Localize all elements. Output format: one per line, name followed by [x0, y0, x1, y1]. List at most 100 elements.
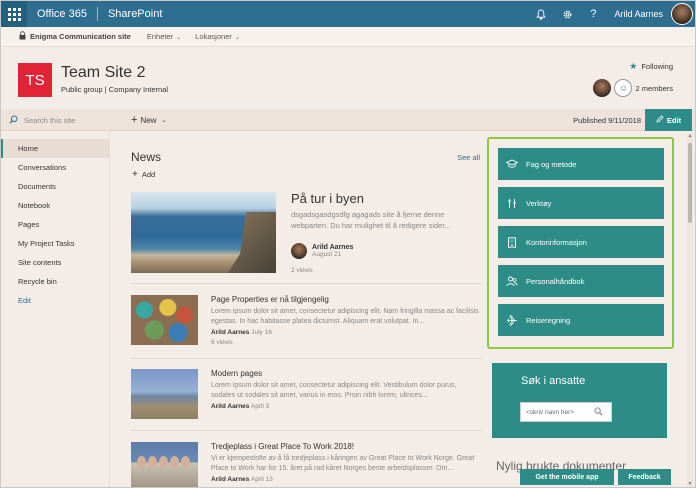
add-news-button[interactable]: + Add	[132, 169, 155, 180]
plus-icon: +	[131, 114, 138, 126]
news-date: April 13	[250, 476, 273, 483]
user-avatar[interactable]	[671, 3, 693, 25]
quicklink-fag-og-metode[interactable]: Fag og metode	[498, 148, 664, 180]
hub-nav-enheter[interactable]: Enheter ⌄	[147, 32, 181, 41]
airplane-icon	[506, 314, 518, 326]
author-avatar	[291, 243, 307, 259]
scroll-down-arrow-icon[interactable]: ▼	[687, 481, 693, 487]
graduation-cap-icon	[506, 158, 518, 170]
news-thumbnail	[131, 442, 198, 487]
sharepoint-app-name[interactable]: SharePoint	[98, 8, 162, 20]
user-name[interactable]: Arild Aarnes	[606, 9, 671, 19]
site-navigation: Home Conversations Documents Notebook Pa…	[1, 131, 110, 487]
bell-icon[interactable]	[528, 1, 554, 27]
chevron-down-icon: ⌄	[234, 35, 240, 41]
pencil-icon	[656, 115, 664, 125]
follow-button[interactable]: ★ Following	[629, 61, 673, 72]
chevron-down-icon: ⌄	[161, 117, 167, 124]
news-thumbnail	[131, 295, 198, 345]
site-logo[interactable]: TS	[18, 63, 52, 97]
people-search-input[interactable]: <skriv navn her>	[520, 402, 612, 422]
search-icon	[9, 115, 18, 126]
hero-news-title[interactable]: På tur i byen	[291, 191, 364, 206]
hero-news-image[interactable]	[131, 192, 276, 273]
news-item-description: Vi er kjempestolte av å få tredjeplass i…	[211, 455, 475, 472]
news-item-title[interactable]: Page Properties er nå tilgjengelig	[211, 295, 329, 304]
members-count: 2 members	[635, 83, 673, 93]
see-all-link[interactable]: See all	[457, 153, 480, 162]
member-avatar	[593, 79, 612, 97]
author-name: Arild Aarnes	[312, 244, 354, 251]
scrollbar-thumb[interactable]	[688, 143, 692, 223]
plus-icon: +	[132, 169, 138, 180]
author-name: Arild Aarnes	[211, 329, 250, 336]
members-button[interactable]: ☺ 2 members	[593, 79, 673, 97]
news-thumbnail	[131, 369, 198, 419]
app-launcher-icon[interactable]	[1, 1, 27, 27]
hero-news-author: Arild Aarnes August 21	[291, 243, 353, 259]
people-search-placeholder: <skriv navn her>	[526, 408, 575, 416]
edit-label: Edit	[666, 115, 682, 125]
news-item[interactable]: Tredjeplass i Great Place To Work 2018! …	[131, 442, 481, 487]
site-header: TS Team Site 2 Public group | Company In…	[1, 47, 695, 109]
office365-brand[interactable]: Office 365	[27, 7, 98, 21]
nav-item-pages[interactable]: Pages	[1, 215, 109, 234]
quicklink-label: Verktøy	[526, 198, 552, 208]
site-classification: Public group | Company Internal	[61, 85, 169, 94]
hub-nav-lokasjoner[interactable]: Lokasjoner ⌄	[195, 32, 240, 41]
scroll-up-arrow-icon[interactable]: ▲	[687, 133, 693, 139]
nav-edit-link[interactable]: Edit	[1, 291, 109, 310]
page-scrollbar[interactable]: ▲ ▼	[687, 133, 693, 487]
news-item-description: Lorem ipsum dolor sit amet, consectetur …	[211, 308, 479, 325]
help-icon[interactable]: ?	[580, 1, 606, 27]
people-search-card: Søk i ansatte <skriv navn her>	[492, 363, 667, 438]
building-icon	[506, 236, 518, 248]
suite-bar: Office 365 SharePoint ? Arild Aarnes	[1, 1, 695, 27]
nav-item-site-contents[interactable]: Site contents	[1, 253, 109, 272]
get-mobile-app-button[interactable]: Get the mobile app	[520, 469, 614, 485]
follow-label: Following	[641, 62, 673, 71]
quicklink-verktoy[interactable]: Verktøy	[498, 187, 664, 219]
news-item-title[interactable]: Modern pages	[211, 369, 262, 378]
news-date: August 21	[312, 251, 342, 258]
quicklink-label: Personalhåndbok	[526, 276, 585, 286]
hub-navigation-bar: Enigma Communication site Enheter ⌄ Lokas…	[1, 27, 695, 47]
news-item-meta: Arild Aarnes April 13	[211, 476, 273, 483]
hub-site-title[interactable]: Enigma Communication site	[30, 32, 131, 41]
nav-item-recycle-bin[interactable]: Recycle bin	[1, 272, 109, 291]
search-icon[interactable]	[594, 406, 603, 418]
add-label: Add	[141, 170, 156, 179]
news-item-meta: Arild Aarnes July 16	[211, 329, 272, 336]
tools-icon	[506, 197, 518, 209]
site-search-box[interactable]: Search this site	[1, 109, 110, 131]
view-count: 2 views	[291, 267, 313, 274]
news-item[interactable]: Page Properties er nå tilgjengelig Lorem…	[131, 295, 481, 357]
edit-page-button[interactable]: Edit	[645, 109, 692, 131]
nav-item-my-project-tasks[interactable]: My Project Tasks	[1, 234, 109, 253]
view-count: 6 views	[211, 339, 233, 346]
nav-item-conversations[interactable]: Conversations	[1, 158, 109, 177]
search-placeholder: Search this site	[24, 115, 76, 125]
nav-item-documents[interactable]: Documents	[1, 177, 109, 196]
news-item-description: Lorem ipsum dolor sit amet, consectetur …	[211, 382, 457, 399]
news-webpart: News See all + Add På tur i byen dsgadsg…	[110, 131, 482, 487]
nav-item-home[interactable]: Home	[1, 139, 109, 158]
new-label: New	[140, 115, 157, 125]
hub-nav-label: Enheter	[146, 32, 174, 41]
people-icon	[506, 275, 518, 287]
sharepoint-page: Office 365 SharePoint ? Arild Aarnes Eni…	[0, 0, 696, 488]
news-item-meta: Arild Aarnes April 3	[211, 403, 269, 410]
site-title[interactable]: Team Site 2	[61, 64, 145, 82]
nav-item-notebook[interactable]: Notebook	[1, 196, 109, 215]
quicklink-personalhandbok[interactable]: Personalhåndbok	[498, 265, 664, 297]
author-name: Arild Aarnes	[211, 403, 250, 410]
new-button[interactable]: + New ⌄	[131, 109, 166, 131]
quicklink-kontorinformasjon[interactable]: Kontorinformasjon	[498, 226, 664, 258]
people-search-title: Søk i ansatte	[521, 375, 586, 387]
news-item-title[interactable]: Tredjeplass i Great Place To Work 2018!	[211, 442, 354, 451]
feedback-button[interactable]: Feedback	[618, 469, 671, 485]
quicklink-label: Kontorinformasjon	[526, 237, 587, 247]
quicklink-reiseregning[interactable]: Reiseregning	[498, 304, 664, 336]
news-item[interactable]: Modern pages Lorem ipsum dolor sit amet,…	[131, 369, 481, 431]
gear-icon[interactable]	[554, 1, 580, 27]
